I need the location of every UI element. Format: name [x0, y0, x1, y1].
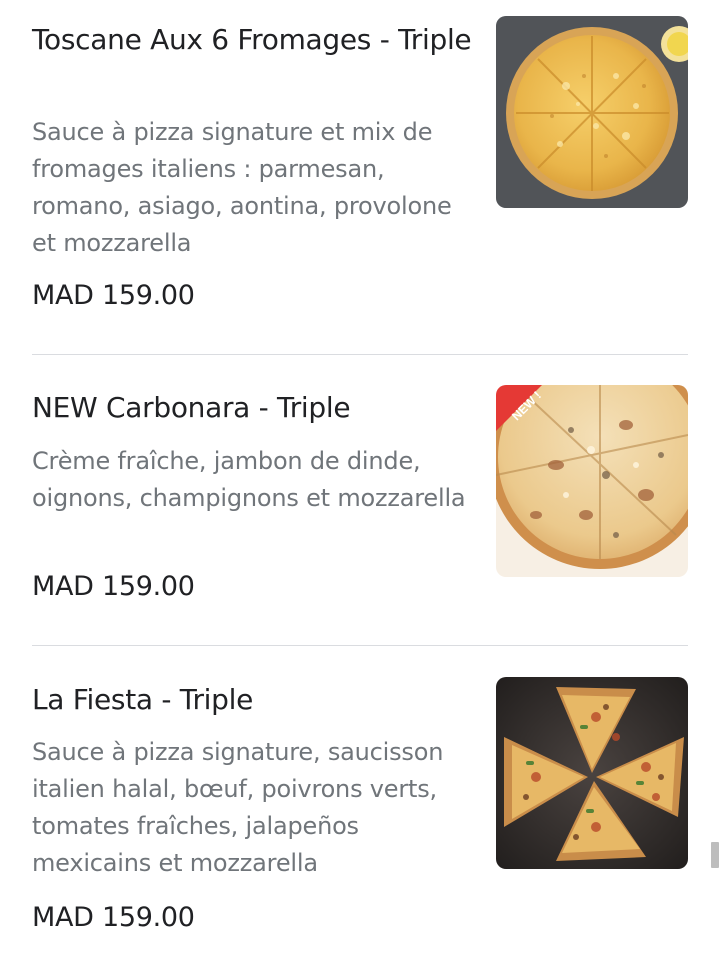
pizza-cheese-photo[interactable]	[496, 16, 688, 208]
pizza-fiesta-photo[interactable]	[496, 677, 688, 869]
menu-item-carbonara[interactable]: NEW Carbonara - Triple Crème fraîche, ja…	[32, 355, 688, 645]
item-description: Sauce à pizza signature, saucisson itali…	[32, 738, 444, 877]
menu-item-toscane[interactable]: Toscane Aux 6 Fromages - Triple Sauce à …	[32, 0, 688, 354]
item-name: Toscane Aux 6 Fromages - Triple	[32, 23, 472, 56]
item-name: NEW Carbonara - Triple	[32, 391, 351, 424]
pizza-carbonara-photo[interactable]: NEW !	[496, 385, 688, 577]
item-price: MAD 159.00	[32, 571, 195, 602]
item-price: MAD 159.00	[32, 280, 195, 311]
scrollbar-thumb[interactable]	[711, 842, 719, 868]
item-description: Crème fraîche, jambon de dinde, oignons,…	[32, 447, 466, 512]
menu-item-la-fiesta[interactable]: La Fiesta - Triple Sauce à pizza signatu…	[32, 646, 688, 967]
item-description: Sauce à pizza signature et mix de fromag…	[32, 118, 452, 257]
item-name: La Fiesta - Triple	[32, 683, 254, 716]
item-price: MAD 159.00	[32, 902, 195, 933]
